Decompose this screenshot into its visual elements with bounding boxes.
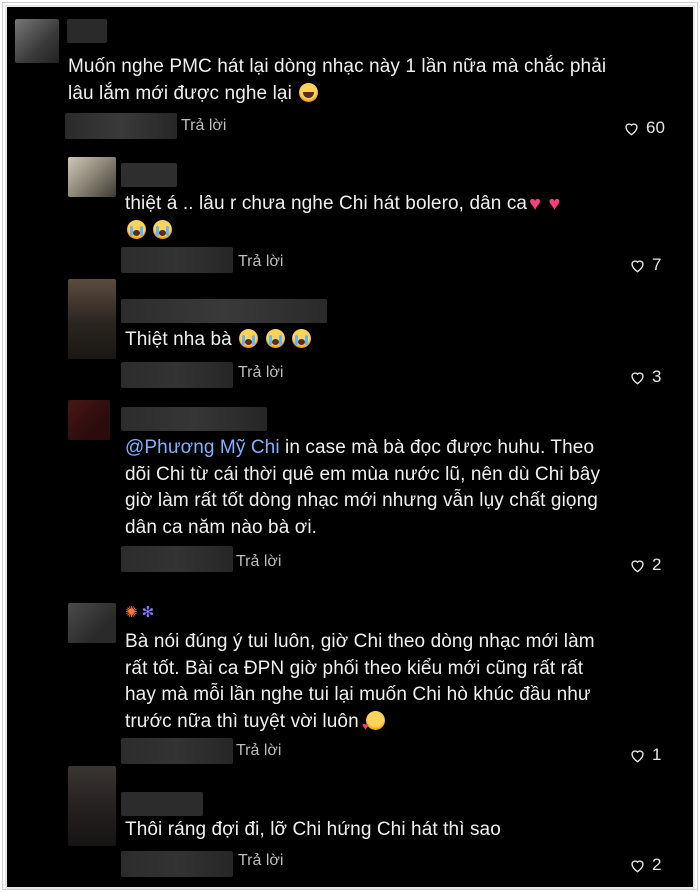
timestamp-blurred xyxy=(121,546,233,572)
loudly-crying-face-icon xyxy=(265,329,285,348)
like-count: 1 xyxy=(652,745,662,764)
heart-outline-icon xyxy=(631,749,644,762)
like-button[interactable]: 7 xyxy=(629,255,661,275)
crying-face-icon xyxy=(299,82,319,102)
avatar[interactable] xyxy=(68,603,116,643)
like-count: 3 xyxy=(652,367,662,386)
pink-heart-icon: ♥ xyxy=(548,193,561,215)
comment-text: thiệt á .. lâu r chưa nghe Chi hát boler… xyxy=(125,191,605,244)
username-blurred[interactable] xyxy=(121,792,203,816)
timestamp-blurred xyxy=(121,738,233,764)
comment-text: Bà nói đúng ý tui luôn, giờ Chi theo dòn… xyxy=(125,629,605,740)
heart-outline-icon xyxy=(631,859,644,872)
smiling-face-with-hearts-icon xyxy=(362,710,386,740)
avatar[interactable] xyxy=(68,157,116,197)
username-blurred[interactable] xyxy=(121,163,177,187)
reply-button[interactable]: Trả lời xyxy=(236,553,281,571)
avatar[interactable] xyxy=(68,279,116,359)
mention-link[interactable]: @Phương Mỹ Chi xyxy=(125,437,280,458)
comments-panel: Muốn nghe PMC hát lại dòng nhạc này 1 lầ… xyxy=(5,5,695,889)
heart-outline-icon xyxy=(631,259,644,272)
username-blurred[interactable] xyxy=(121,299,327,323)
loudly-crying-face-icon xyxy=(127,219,146,239)
reply-button[interactable]: Trả lời xyxy=(238,364,283,382)
username-badges: ✺ ✻ xyxy=(125,603,185,625)
like-button[interactable]: 1 xyxy=(629,745,661,765)
timestamp-blurred xyxy=(65,113,177,139)
octopus-icon: ✻ xyxy=(141,604,155,621)
username-blurred[interactable] xyxy=(67,19,107,43)
like-count: 60 xyxy=(646,118,665,137)
timestamp-blurred xyxy=(121,851,233,877)
loudly-crying-face-icon xyxy=(239,329,259,348)
comment-text: @Phương Mỹ Chi in case mà bà đọc được hu… xyxy=(125,437,601,538)
heart-outline-icon xyxy=(625,122,638,135)
comment-text: Thiệt nha bà xyxy=(125,327,605,354)
coral-icon: ✺ xyxy=(125,604,138,621)
reply-button[interactable]: Trả lời xyxy=(236,742,281,760)
loudly-crying-face-icon xyxy=(153,219,173,239)
pink-heart-icon: ♥ xyxy=(529,193,542,215)
timestamp-blurred xyxy=(121,247,233,273)
comment-text: Thôi ráng đợi đi, lỡ Chi hứng Chi hát th… xyxy=(125,819,501,840)
avatar[interactable] xyxy=(68,766,116,846)
comment-text: Muốn nghe PMC hát lại dòng nhạc này 1 lầ… xyxy=(68,56,607,104)
loudly-crying-face-icon xyxy=(292,329,312,348)
username-blurred[interactable] xyxy=(121,407,267,431)
like-count: 7 xyxy=(652,255,662,274)
avatar[interactable] xyxy=(68,400,110,440)
reply-button[interactable]: Trả lời xyxy=(238,253,283,271)
like-button[interactable]: 2 xyxy=(629,855,661,875)
like-button[interactable]: 2 xyxy=(629,555,661,575)
avatar[interactable] xyxy=(15,19,59,63)
heart-outline-icon xyxy=(631,371,644,384)
like-button[interactable]: 3 xyxy=(629,367,661,387)
like-button[interactable]: 60 xyxy=(623,118,665,138)
reply-button[interactable]: Trả lời xyxy=(238,852,283,870)
like-count: 2 xyxy=(652,555,662,574)
reply-button[interactable]: Trả lời xyxy=(181,117,226,135)
heart-outline-icon xyxy=(631,559,644,572)
timestamp-blurred xyxy=(121,362,233,388)
like-count: 2 xyxy=(652,855,662,874)
